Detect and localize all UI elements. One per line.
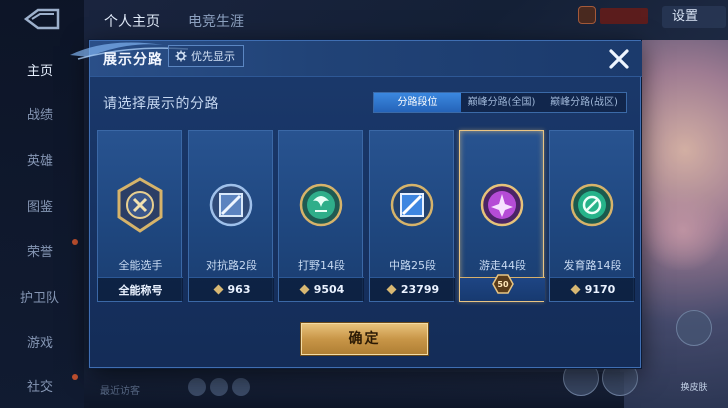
lane-name: 对抗路2段 <box>206 259 257 272</box>
priority-label: 优先显示 <box>191 50 235 63</box>
decor-flower <box>638 190 728 270</box>
close-icon <box>609 49 629 69</box>
tab-profile[interactable]: 个人主页 <box>104 11 160 31</box>
lane-card-all-round[interactable]: 全能选手 全能称号 <box>97 130 183 302</box>
confirm-button[interactable]: 确定 <box>301 323 428 355</box>
lane-card-jungle[interactable]: 打野14段 9504 <box>278 130 364 302</box>
segment-control: 分路段位 巅峰分路(全国) 巅峰分路(战区) <box>373 92 627 113</box>
lane-name: 中路25段 <box>389 259 436 272</box>
level-value: 50 <box>497 280 509 289</box>
tab-peak-national[interactable]: 巅峰分路(全国) <box>461 93 542 112</box>
gear-icon <box>175 50 187 62</box>
mid-lane-icon <box>387 177 437 233</box>
modal-header: 展示分路 优先显示 <box>70 41 642 77</box>
farm-lane-icon <box>567 177 617 233</box>
tab-lane-rank[interactable]: 分路段位 <box>374 93 461 112</box>
stat-value: 23799 <box>400 283 440 296</box>
recent-visitors[interactable]: 最近访客 <box>100 382 140 397</box>
level-badge: 50 <box>460 274 545 301</box>
nav-item-games[interactable]: 游戏 <box>0 332 84 354</box>
avatar[interactable] <box>578 6 596 24</box>
lane-stat: 9504 <box>279 277 364 301</box>
prompt-text: 请选择展示的分路 <box>103 96 219 112</box>
notification-dot <box>72 239 78 245</box>
bottom-bar: 最近访客 <box>84 372 624 408</box>
nav-item-records[interactable]: 战绩 <box>0 104 84 126</box>
nav-item-honor[interactable]: 荣誉 <box>0 239 84 263</box>
top-right-area: 设置 <box>578 2 728 32</box>
notification-dot <box>72 374 78 380</box>
moon-icon[interactable] <box>232 378 250 396</box>
nav-item-social[interactable]: 社交 <box>0 374 84 398</box>
lane-name: 打野14段 <box>298 259 345 272</box>
stat-value: 9504 <box>313 283 345 296</box>
priority-display-button[interactable]: 优先显示 <box>168 45 244 67</box>
lane-card-farm[interactable]: 发育路14段 9170 <box>549 130 635 302</box>
rank-diamond-icon <box>299 284 310 295</box>
lane-card-list: 全能选手 全能称号 对抗路2段 963 打野14段 9504 中路25段 237… <box>97 130 637 302</box>
stat-value: 963 <box>227 283 251 296</box>
tab-peak-region[interactable]: 巅峰分路(战区) <box>542 93 626 112</box>
jungle-icon <box>296 177 346 233</box>
lane-name: 游走44段 <box>479 259 526 272</box>
rank-diamond-icon <box>386 284 397 295</box>
stat-value: 全能称号 <box>118 283 163 297</box>
hero-icon[interactable] <box>676 310 712 346</box>
nav-label: 社交 <box>27 380 54 395</box>
lane-stat: 全能称号 <box>98 277 183 301</box>
tab-esports[interactable]: 电竞生涯 <box>188 11 244 31</box>
rank-diamond-icon <box>213 284 224 295</box>
all-round-icon <box>115 177 165 233</box>
lane-card-roam[interactable]: 游走44段 50 <box>459 130 545 302</box>
nav-item-codex[interactable]: 图鉴 <box>0 196 84 218</box>
lane-stat: 963 <box>189 277 274 301</box>
lane-name: 全能选手 <box>118 259 163 272</box>
nav-item-guard-team[interactable]: 护卫队 <box>0 287 84 309</box>
top-tabs: 个人主页 电竞生涯 <box>104 11 244 31</box>
circle-icon[interactable] <box>210 378 228 396</box>
close-button[interactable] <box>605 45 633 73</box>
lane-card-clash[interactable]: 对抗路2段 963 <box>188 130 274 302</box>
lane-stat: 23799 <box>370 277 455 301</box>
lane-name: 发育路14段 <box>563 259 622 272</box>
modal-title: 展示分路 <box>103 52 163 68</box>
lane-display-modal: 展示分路 优先显示 请选择展示的分路 分路段位 巅峰分路(全国) 巅峰分路(战区… <box>70 40 642 368</box>
nav-label: 荣誉 <box>27 245 54 260</box>
roam-icon <box>477 177 527 233</box>
lane-stat: 9170 <box>550 277 635 301</box>
notice-banner[interactable] <box>600 8 648 24</box>
rank-diamond-icon <box>570 284 581 295</box>
lane-card-mid[interactable]: 中路25段 23799 <box>369 130 455 302</box>
settings-button[interactable]: 设置 <box>662 6 726 28</box>
back-button[interactable] <box>18 6 62 32</box>
nav-item-heroes[interactable]: 英雄 <box>0 150 84 172</box>
clash-lane-icon <box>206 177 256 233</box>
stat-value: 9170 <box>584 283 616 296</box>
change-skin-label[interactable]: 换皮肤 <box>672 380 716 393</box>
circle-icon[interactable] <box>188 378 206 396</box>
back-arrow-icon <box>23 8 60 30</box>
